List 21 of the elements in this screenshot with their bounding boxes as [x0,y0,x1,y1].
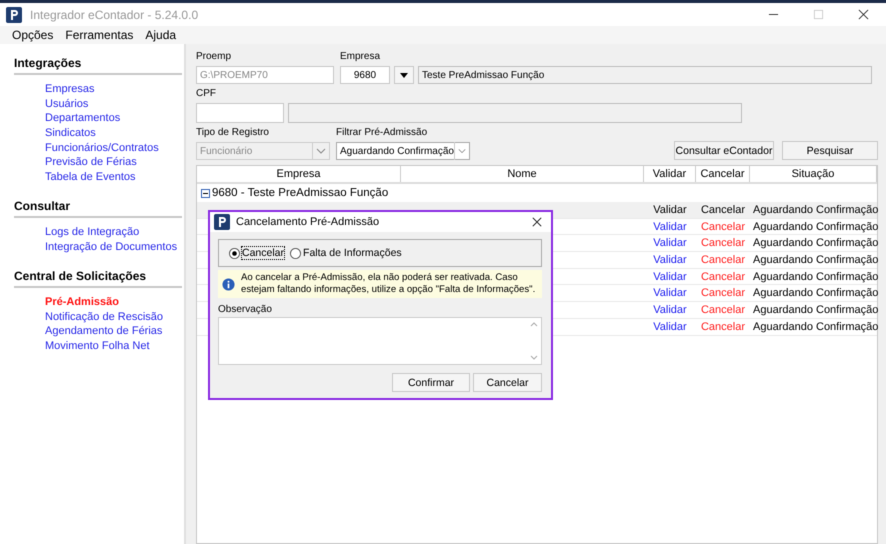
field-label: Observação [218,304,273,315]
section-title: Consultar [14,199,182,218]
table-cell-text: Aguardando Confirmação [752,287,877,300]
info-text: Ao cancelar a Pré-Admissão, ela não poderá ser reativada. Caso estejam faltando informações, utilize a opção "Falta de Informações". [241,272,536,296]
field-label: CPF [196,88,217,100]
table-cell-text: Aguardando Confirmação [752,220,877,233]
table-cell-text: Aguardando Confirmação [752,237,877,250]
table-cell-text: Aguardando Confirmação [752,320,877,333]
section-title: Integrações [14,56,182,75]
field-label: Proemp [196,51,232,63]
table-cell-text: Aguardando Confirmação [752,304,877,316]
group-label: 9680 - Teste PreAdmissao Função [212,187,388,199]
table-cell-text: Aguardando Confirmação [752,270,877,283]
window-title: Integrador eContador - 5.24.0.0 [30,8,198,22]
field-label: Filtrar Pré-Admissão [336,127,428,139]
field-label: Empresa [340,51,382,63]
table-cell-text: Aguardando Confirmação [752,254,877,266]
section-title: Central de Solicitações [14,268,182,288]
table-cell-text: Aguardando Confirmação [752,204,877,216]
dialog-title: Cancelamento Pré-Admissão [236,216,380,228]
field-label: Tipo de Registro [196,127,270,139]
